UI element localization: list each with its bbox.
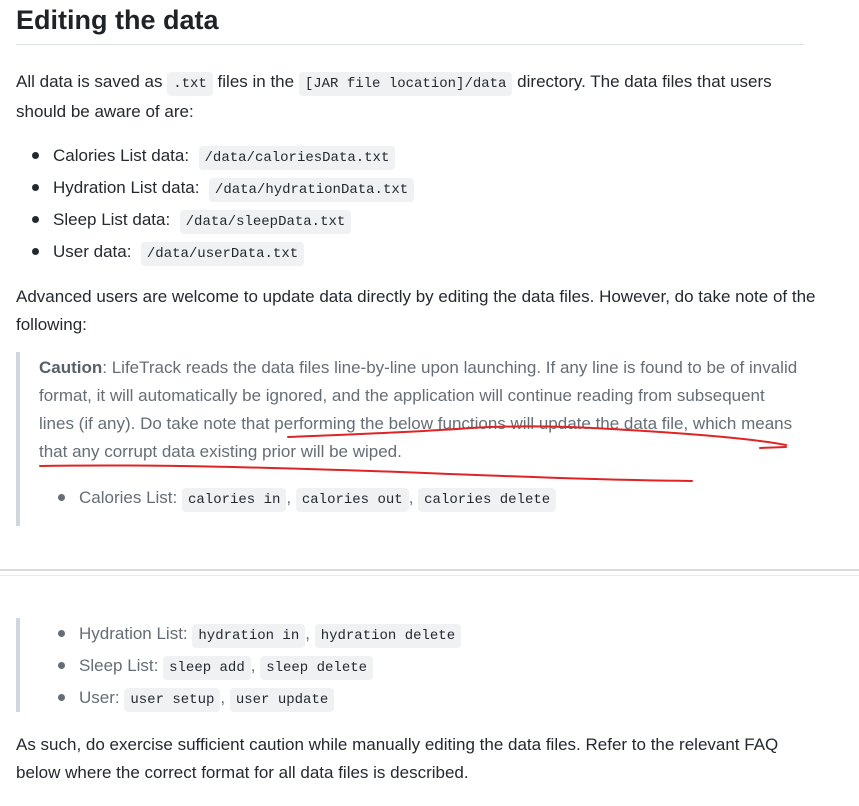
command-code: user update: [229, 688, 335, 712]
list-item: User: user setup, user update: [58, 684, 461, 716]
top-screenshot-section: Editing the data All data is saved as .t…: [0, 0, 859, 568]
list-item: Calories List: calories in, calories out…: [58, 484, 557, 516]
file-path-code: /data/userData.txt: [140, 242, 305, 266]
list-item: User data: /data/userData.txt: [32, 238, 414, 270]
list-item: Calories List data: /data/caloriesData.t…: [32, 142, 414, 174]
list-item: Hydration List data: /data/hydrationData…: [32, 174, 415, 206]
closing-paragraph: As such, do exercise sufficient caution …: [16, 735, 779, 782]
data-directory-code: [JAR file location]/data: [298, 72, 513, 96]
command-code: sleep add: [163, 656, 251, 680]
functions-list-top: Calories List: calories in, calories out…: [58, 484, 557, 516]
list-item: Sleep List: sleep add, sleep delete: [58, 652, 461, 684]
screenshot-divider: [0, 569, 859, 571]
command-code: user setup: [124, 688, 221, 712]
intro-paragraph: All data is saved as .txt files in the […: [16, 72, 772, 121]
caution-text: Caution: LifeTrack reads the data files …: [39, 358, 798, 461]
file-path-code: /data/caloriesData.txt: [198, 146, 396, 170]
command-code: calories delete: [418, 488, 557, 512]
command-code: calories in: [182, 488, 287, 512]
command-code: hydration delete: [314, 624, 462, 648]
section-heading: Editing the data: [16, 5, 804, 45]
file-path-code: /data/sleepData.txt: [179, 210, 352, 234]
file-path-code: /data/hydrationData.txt: [208, 178, 415, 202]
txt-extension-code: .txt: [167, 72, 213, 96]
caution-label: Caution: [39, 358, 103, 377]
list-item: Sleep List data: /data/sleepData.txt: [32, 206, 414, 238]
caution-blockquote: Caution: LifeTrack reads the data files …: [16, 352, 800, 526]
command-code: sleep delete: [260, 656, 374, 680]
list-item: Hydration List: hydration in, hydration …: [58, 620, 462, 652]
command-code: calories out: [295, 488, 409, 512]
data-files-list: Calories List data: /data/caloriesData.t…: [32, 142, 415, 270]
command-code: hydration in: [192, 624, 306, 648]
functions-list-bottom: Hydration List: hydration in, hydration …: [58, 620, 462, 716]
advanced-users-paragraph: Advanced users are welcome to update dat…: [16, 287, 816, 334]
functions-blockquote-continued: Hydration List: hydration in, hydration …: [16, 618, 480, 712]
